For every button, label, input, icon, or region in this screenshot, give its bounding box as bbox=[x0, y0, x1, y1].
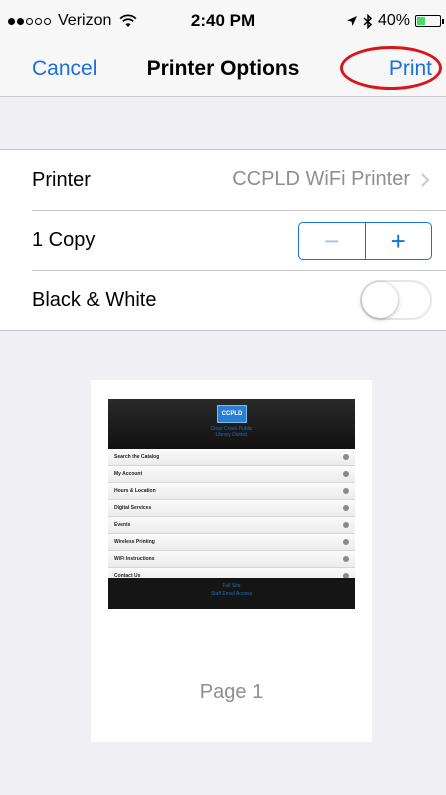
battery-tip bbox=[442, 18, 444, 24]
library-name: Clear Creek Public Library District bbox=[210, 426, 253, 438]
print-settings-table: Printer CCPLD WiFi Printer 1 Copy − + Bl… bbox=[0, 149, 446, 331]
page-title: Printer Options bbox=[146, 57, 300, 80]
printer-row[interactable]: Printer CCPLD WiFi Printer bbox=[0, 150, 446, 210]
list-item: Wireless Printing bbox=[108, 534, 355, 551]
battery-percentage: 40% bbox=[377, 12, 410, 29]
list-item: WiFi Instructions bbox=[108, 551, 355, 568]
print-preview-page[interactable]: CCPLD Clear Creek Public Library Distric… bbox=[91, 380, 372, 742]
bluetooth-icon bbox=[363, 13, 373, 29]
toggle-knob bbox=[362, 282, 398, 318]
copies-row: 1 Copy − + bbox=[0, 210, 446, 270]
copies-label: 1 Copy bbox=[32, 228, 96, 251]
battery-icon bbox=[415, 15, 441, 27]
status-right: 40% bbox=[346, 12, 444, 30]
print-button[interactable]: Print bbox=[389, 57, 432, 81]
list-item: Hours & Location bbox=[108, 483, 355, 500]
list-item: Digital Services bbox=[108, 500, 355, 517]
copies-stepper: − + bbox=[298, 222, 432, 260]
list-item: Events bbox=[108, 517, 355, 534]
printer-name: CCPLD WiFi Printer bbox=[232, 168, 410, 190]
black-white-row: Black & White bbox=[0, 270, 446, 330]
preview-footer: Full Site Staff Email Access bbox=[108, 578, 355, 609]
page-number-label: Page 1 bbox=[199, 681, 264, 703]
navigation-bar: Cancel Printer Options Print bbox=[0, 40, 446, 97]
status-bar: Verizon 2:40 PM 40% bbox=[0, 0, 446, 40]
black-white-toggle[interactable] bbox=[360, 280, 432, 320]
chevron-right-icon bbox=[421, 172, 430, 187]
preview-menu-list: Search the Catalog My Account Hours & Lo… bbox=[108, 449, 355, 585]
printer-label: Printer bbox=[32, 168, 91, 191]
decrement-copies-button[interactable]: − bbox=[299, 223, 366, 259]
library-logo: CCPLD bbox=[217, 405, 247, 423]
increment-copies-button[interactable]: + bbox=[366, 223, 432, 259]
preview-thumbnail: CCPLD Clear Creek Public Library Distric… bbox=[108, 399, 355, 609]
location-arrow-icon bbox=[346, 16, 357, 26]
black-white-label: Black & White bbox=[32, 288, 157, 311]
list-item: Search the Catalog bbox=[108, 449, 355, 466]
list-item: My Account bbox=[108, 466, 355, 483]
preview-header: CCPLD Clear Creek Public Library Distric… bbox=[108, 399, 355, 449]
printer-value: CCPLD WiFi Printer bbox=[232, 168, 430, 191]
